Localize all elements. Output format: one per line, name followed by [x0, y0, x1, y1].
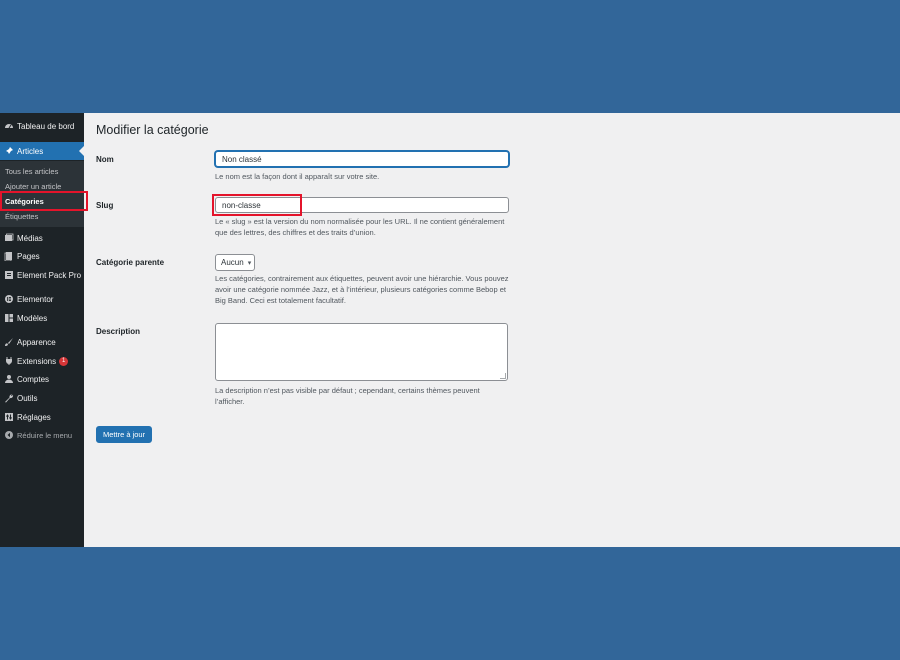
sidebar-item-settings[interactable]: Réglages: [0, 408, 84, 426]
slug-input[interactable]: [215, 197, 509, 213]
description-textarea[interactable]: [215, 323, 508, 381]
description-help: La description n’est pas visible par déf…: [215, 386, 480, 406]
parent-category-label: Catégorie parente: [96, 258, 165, 267]
sidebar-item-accounts[interactable]: Comptes: [0, 370, 84, 388]
parent-category-select[interactable]: Aucun ▾: [215, 254, 256, 271]
page-title: Modifier la catégorie: [96, 123, 209, 137]
sidebar-item-label: Réglages: [17, 412, 51, 422]
user-icon: [4, 374, 14, 384]
chevron-down-icon: ▾: [247, 259, 252, 267]
articles-submenu: Tous les articles Ajouter un article Cat…: [0, 161, 84, 227]
sidebar-item-label: Modèles: [17, 313, 48, 323]
admin-sidebar: Tableau de bord Articles Tous les articl…: [0, 113, 84, 547]
submenu-add-article[interactable]: Ajouter un article: [5, 182, 61, 191]
main-content: Modifier la catégorie Nom Le nom est la …: [84, 113, 900, 547]
sidebar-item-media[interactable]: Médias: [0, 229, 84, 247]
admin-window: Tableau de bord Articles Tous les articl…: [0, 113, 900, 547]
sidebar-item-pages[interactable]: Pages: [0, 247, 84, 265]
sidebar-item-label: Pages: [17, 251, 40, 261]
sidebar-item-extensions[interactable]: Extensions 1: [0, 352, 84, 370]
sidebar-item-label: Element Pack Pro: [17, 270, 82, 280]
collapse-menu-button[interactable]: Réduire le menu: [0, 426, 84, 444]
templates-icon: [4, 313, 14, 323]
description-label: Description: [96, 327, 141, 336]
parent-category-help: Les catégories, contrairement aux étique…: [215, 274, 509, 305]
submenu-all-articles[interactable]: Tous les articles: [5, 167, 58, 176]
update-button[interactable]: Mettre à jour: [96, 426, 153, 443]
elementor-icon: [4, 294, 14, 304]
sidebar-item-element-pack-pro[interactable]: Element Pack Pro: [0, 266, 84, 284]
sidebar-item-label: Tableau de bord: [17, 121, 75, 131]
sidebar-item-label: Articles: [17, 146, 44, 156]
sidebar-item-label: Outils: [17, 393, 38, 403]
sidebar-item-label: Extensions: [17, 356, 57, 366]
plugin-icon: [4, 356, 14, 366]
pages-icon: [4, 251, 14, 261]
slug-help: Le « slug » est la version du nom normal…: [215, 217, 505, 237]
sidebar-item-tools[interactable]: Outils: [0, 389, 84, 407]
parent-category-value: Aucun: [221, 258, 244, 267]
submenu-tags[interactable]: Étiquettes: [5, 212, 38, 221]
name-help: Le nom est la façon dont il apparaît sur…: [215, 172, 380, 181]
collapse-arrow-icon: [4, 430, 14, 440]
brush-icon: [4, 337, 14, 347]
submenu-categories[interactable]: Catégories: [5, 197, 44, 206]
sidebar-item-label: Apparence: [17, 337, 56, 347]
sidebar-item-label: Comptes: [17, 374, 50, 384]
sidebar-item-elementor[interactable]: Elementor: [0, 290, 84, 308]
pin-icon: [4, 146, 14, 156]
update-count-badge: 1: [59, 356, 69, 366]
wrench-icon: [4, 393, 14, 403]
name-label: Nom: [96, 155, 114, 164]
settings-icon: [4, 412, 14, 422]
element-pack-icon: [4, 270, 14, 280]
collapse-menu-label: Réduire le menu: [17, 430, 73, 440]
sidebar-item-appearance[interactable]: Apparence: [0, 333, 84, 351]
slug-label: Slug: [96, 201, 114, 210]
dashboard-icon: [4, 121, 14, 131]
sidebar-item-dashboard[interactable]: Tableau de bord: [0, 117, 84, 135]
sidebar-item-articles[interactable]: Articles: [0, 142, 84, 160]
sidebar-item-templates[interactable]: Modèles: [0, 309, 84, 327]
media-icon: [4, 233, 14, 243]
resize-handle-icon[interactable]: [500, 373, 506, 379]
sidebar-item-label: Médias: [17, 233, 43, 243]
sidebar-item-label: Elementor: [17, 294, 54, 304]
name-input[interactable]: [215, 151, 509, 167]
